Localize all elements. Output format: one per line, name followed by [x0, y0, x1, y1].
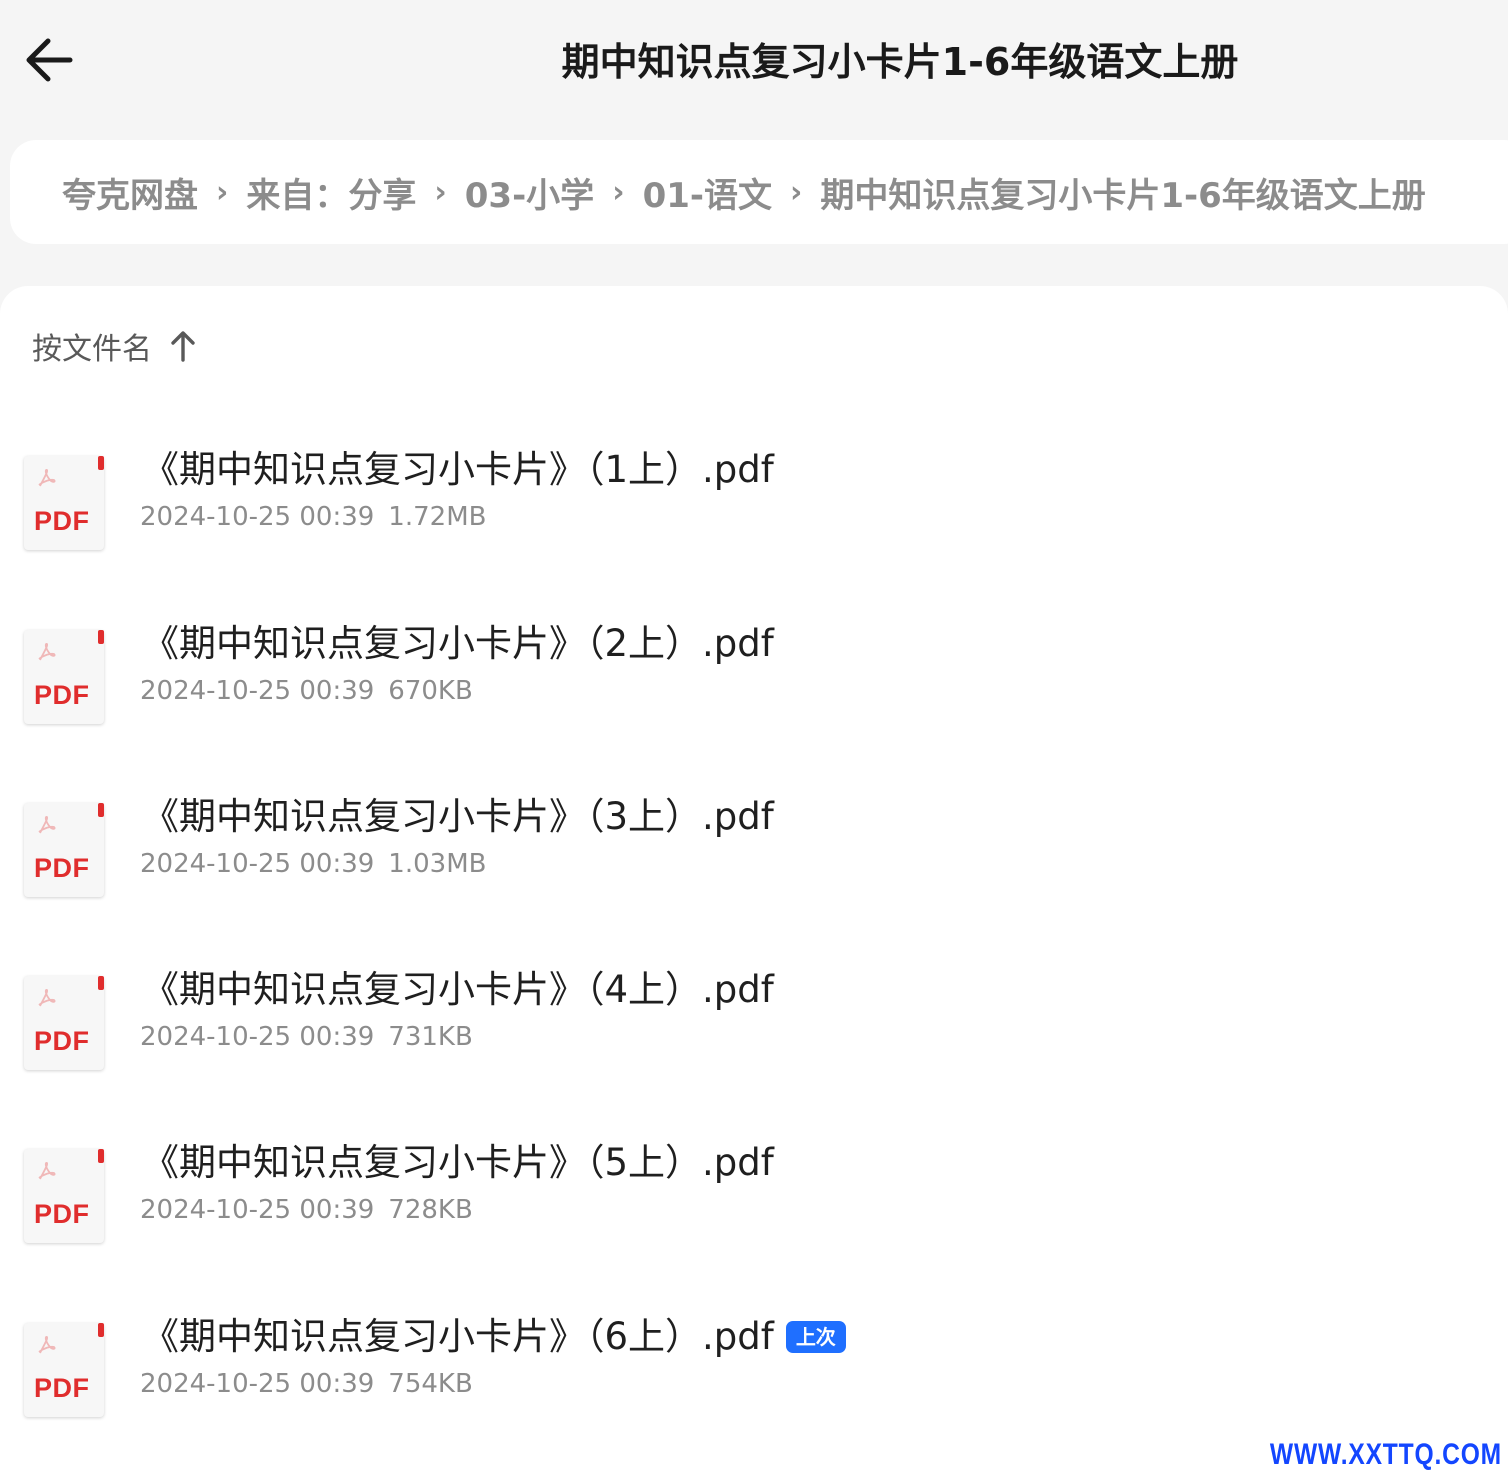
pdf-file-icon: PDF	[24, 1149, 104, 1243]
file-row[interactable]: PDF 《期中知识点复习小卡片》（4上）.pdf 2024-10-25 00:3…	[0, 966, 1508, 1116]
file-name: 《期中知识点复习小卡片》（6上）.pdf 上次	[142, 1313, 846, 1361]
file-meta: 2024-10-25 00:39 1.72MB	[140, 502, 486, 532]
breadcrumb-separator: ›	[612, 174, 625, 210]
file-meta: 2024-10-25 00:39 728KB	[140, 1195, 473, 1225]
breadcrumb-separator: ›	[790, 174, 803, 210]
file-meta: 2024-10-25 00:39 731KB	[140, 1022, 473, 1052]
file-date: 2024-10-25 00:39	[140, 1022, 375, 1052]
file-row[interactable]: PDF 《期中知识点复习小卡片》（1上）.pdf 2024-10-25 00:3…	[0, 446, 1508, 596]
pdf-file-icon: PDF	[24, 456, 104, 550]
file-date: 2024-10-25 00:39	[140, 1195, 375, 1225]
breadcrumb-item-primary[interactable]: 03-小学	[465, 168, 594, 217]
pdf-file-icon: PDF	[24, 1323, 104, 1417]
last-opened-badge: 上次	[785, 1321, 846, 1353]
breadcrumb: 夸克网盘 › 来自：分享 › 03-小学 › 01-语文 › 期中知识点复习小卡…	[10, 140, 1508, 244]
file-size: 1.72MB	[388, 502, 487, 532]
header-bar: 期中知识点复习小卡片1-6年级语文上册	[0, 0, 1508, 130]
watermark-text: WWW.XXTTQ.COM	[1269, 1438, 1502, 1471]
breadcrumb-item-root[interactable]: 夸克网盘	[62, 168, 198, 217]
arrow-left-icon	[26, 38, 73, 82]
breadcrumb-item-chinese[interactable]: 01-语文	[643, 168, 772, 217]
breadcrumb-separator: ›	[434, 174, 447, 210]
pdf-file-icon: PDF	[24, 803, 104, 897]
file-date: 2024-10-25 00:39	[140, 676, 375, 706]
breadcrumb-separator: ›	[216, 174, 229, 210]
file-name: 《期中知识点复习小卡片》（2上）.pdf	[142, 622, 774, 665]
pdf-file-icon: PDF	[24, 976, 104, 1070]
file-name: 《期中知识点复习小卡片》（4上）.pdf	[142, 968, 774, 1011]
file-date: 2024-10-25 00:39	[140, 1369, 375, 1399]
file-row[interactable]: PDF 《期中知识点复习小卡片》（5上）.pdf 2024-10-25 00:3…	[0, 1139, 1508, 1289]
back-button[interactable]	[18, 28, 82, 92]
file-meta: 2024-10-25 00:39 670KB	[140, 676, 473, 706]
file-meta: 2024-10-25 00:39 1.03MB	[140, 849, 486, 879]
file-row[interactable]: PDF 《期中知识点复习小卡片》（2上）.pdf 2024-10-25 00:3…	[0, 620, 1508, 770]
sort-label: 按文件名	[32, 332, 152, 367]
file-size: 1.03MB	[388, 849, 487, 879]
file-name: 《期中知识点复习小卡片》（3上）.pdf	[142, 795, 774, 838]
breadcrumb-item-current[interactable]: 期中知识点复习小卡片1-6年级语文上册	[820, 168, 1425, 217]
file-size: 754KB	[388, 1369, 473, 1399]
file-list-panel: 按文件名 PDF 《期中知识点复习小卡片》（1上）.pdf 2024-10-25…	[0, 286, 1508, 1476]
file-size: 731KB	[388, 1022, 473, 1052]
page-title: 期中知识点复习小卡片1-6年级语文上册	[561, 40, 1239, 84]
file-row[interactable]: PDF 《期中知识点复习小卡片》（3上）.pdf 2024-10-25 00:3…	[0, 793, 1508, 943]
file-date: 2024-10-25 00:39	[140, 849, 375, 879]
file-size: 728KB	[388, 1195, 473, 1225]
sort-by-filename-button[interactable]: 按文件名	[32, 326, 198, 367]
file-name: 《期中知识点复习小卡片》（1上）.pdf	[142, 448, 774, 491]
pdf-file-icon: PDF	[24, 630, 104, 724]
file-size: 670KB	[388, 676, 473, 706]
breadcrumb-item-share[interactable]: 来自：分享	[246, 168, 416, 217]
arrow-up-icon	[171, 331, 195, 362]
file-meta: 2024-10-25 00:39 754KB	[140, 1369, 473, 1399]
file-date: 2024-10-25 00:39	[140, 502, 375, 532]
file-name: 《期中知识点复习小卡片》（5上）.pdf	[142, 1141, 774, 1184]
